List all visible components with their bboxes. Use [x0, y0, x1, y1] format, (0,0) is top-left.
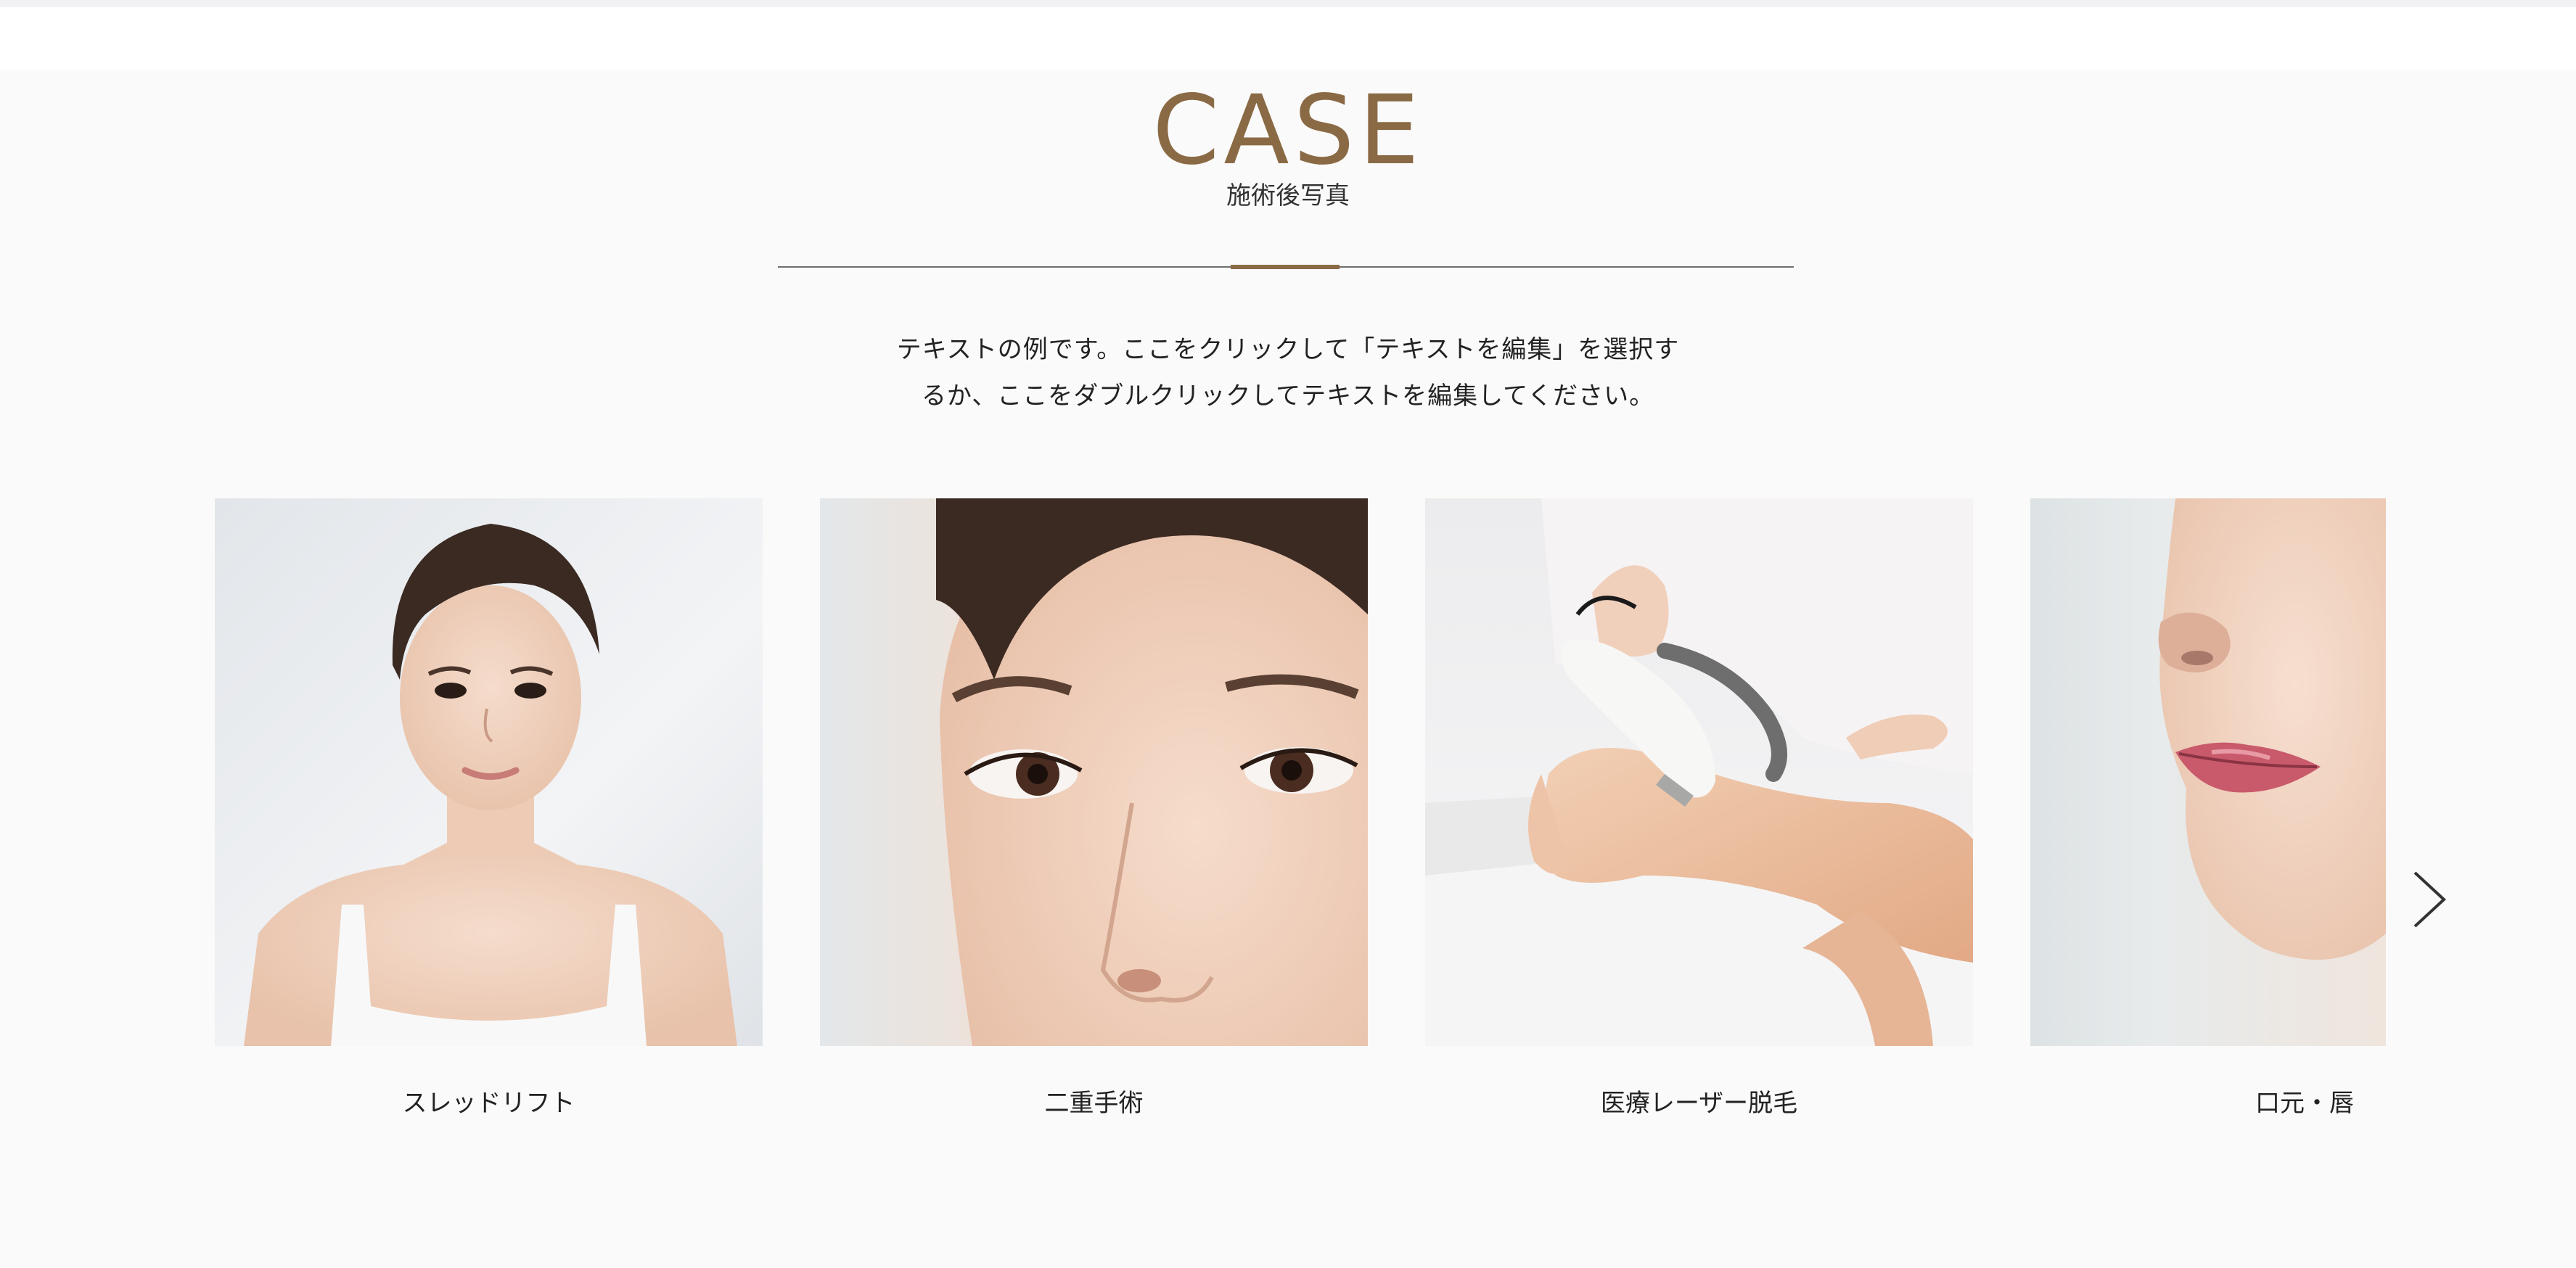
case-caption-mouth-lips[interactable]: 口元・唇: [2125, 1087, 2480, 1119]
description-line-1: テキストの例です。ここをクリックして「テキストを編集」を選択す: [896, 335, 1680, 364]
section-title: CASE: [1152, 75, 1424, 186]
case-photo-mouth-lips[interactable]: [2030, 498, 2386, 1046]
case-caption-double-eyelid[interactable]: 二重手術: [820, 1087, 1368, 1119]
case-photo-double-eyelid[interactable]: [820, 498, 1368, 1046]
description-line-2: るか、ここをダブルクリックしてテキストを編集してください。: [921, 382, 1655, 411]
case-photo-laser-hair-removal[interactable]: [1425, 498, 1973, 1046]
chevron-right-icon[interactable]: [2408, 867, 2451, 932]
section-description: テキストの例です。ここをクリックして「テキストを編集」を選択す るか、ここをダブ…: [856, 326, 1720, 419]
case-caption-laser-hair-removal[interactable]: 医療レーザー脱毛: [1425, 1087, 1973, 1119]
case-caption-thread-lift[interactable]: スレッドリフト: [215, 1087, 763, 1119]
section-subtitle: 施術後写真: [1226, 181, 1350, 210]
title-divider-accent: [1231, 265, 1340, 269]
case-caption-mouth-lips-text[interactable]: 口元・唇: [2255, 1089, 2354, 1118]
case-photo-thread-lift[interactable]: [215, 498, 763, 1046]
top-header-bar: [0, 0, 2576, 70]
